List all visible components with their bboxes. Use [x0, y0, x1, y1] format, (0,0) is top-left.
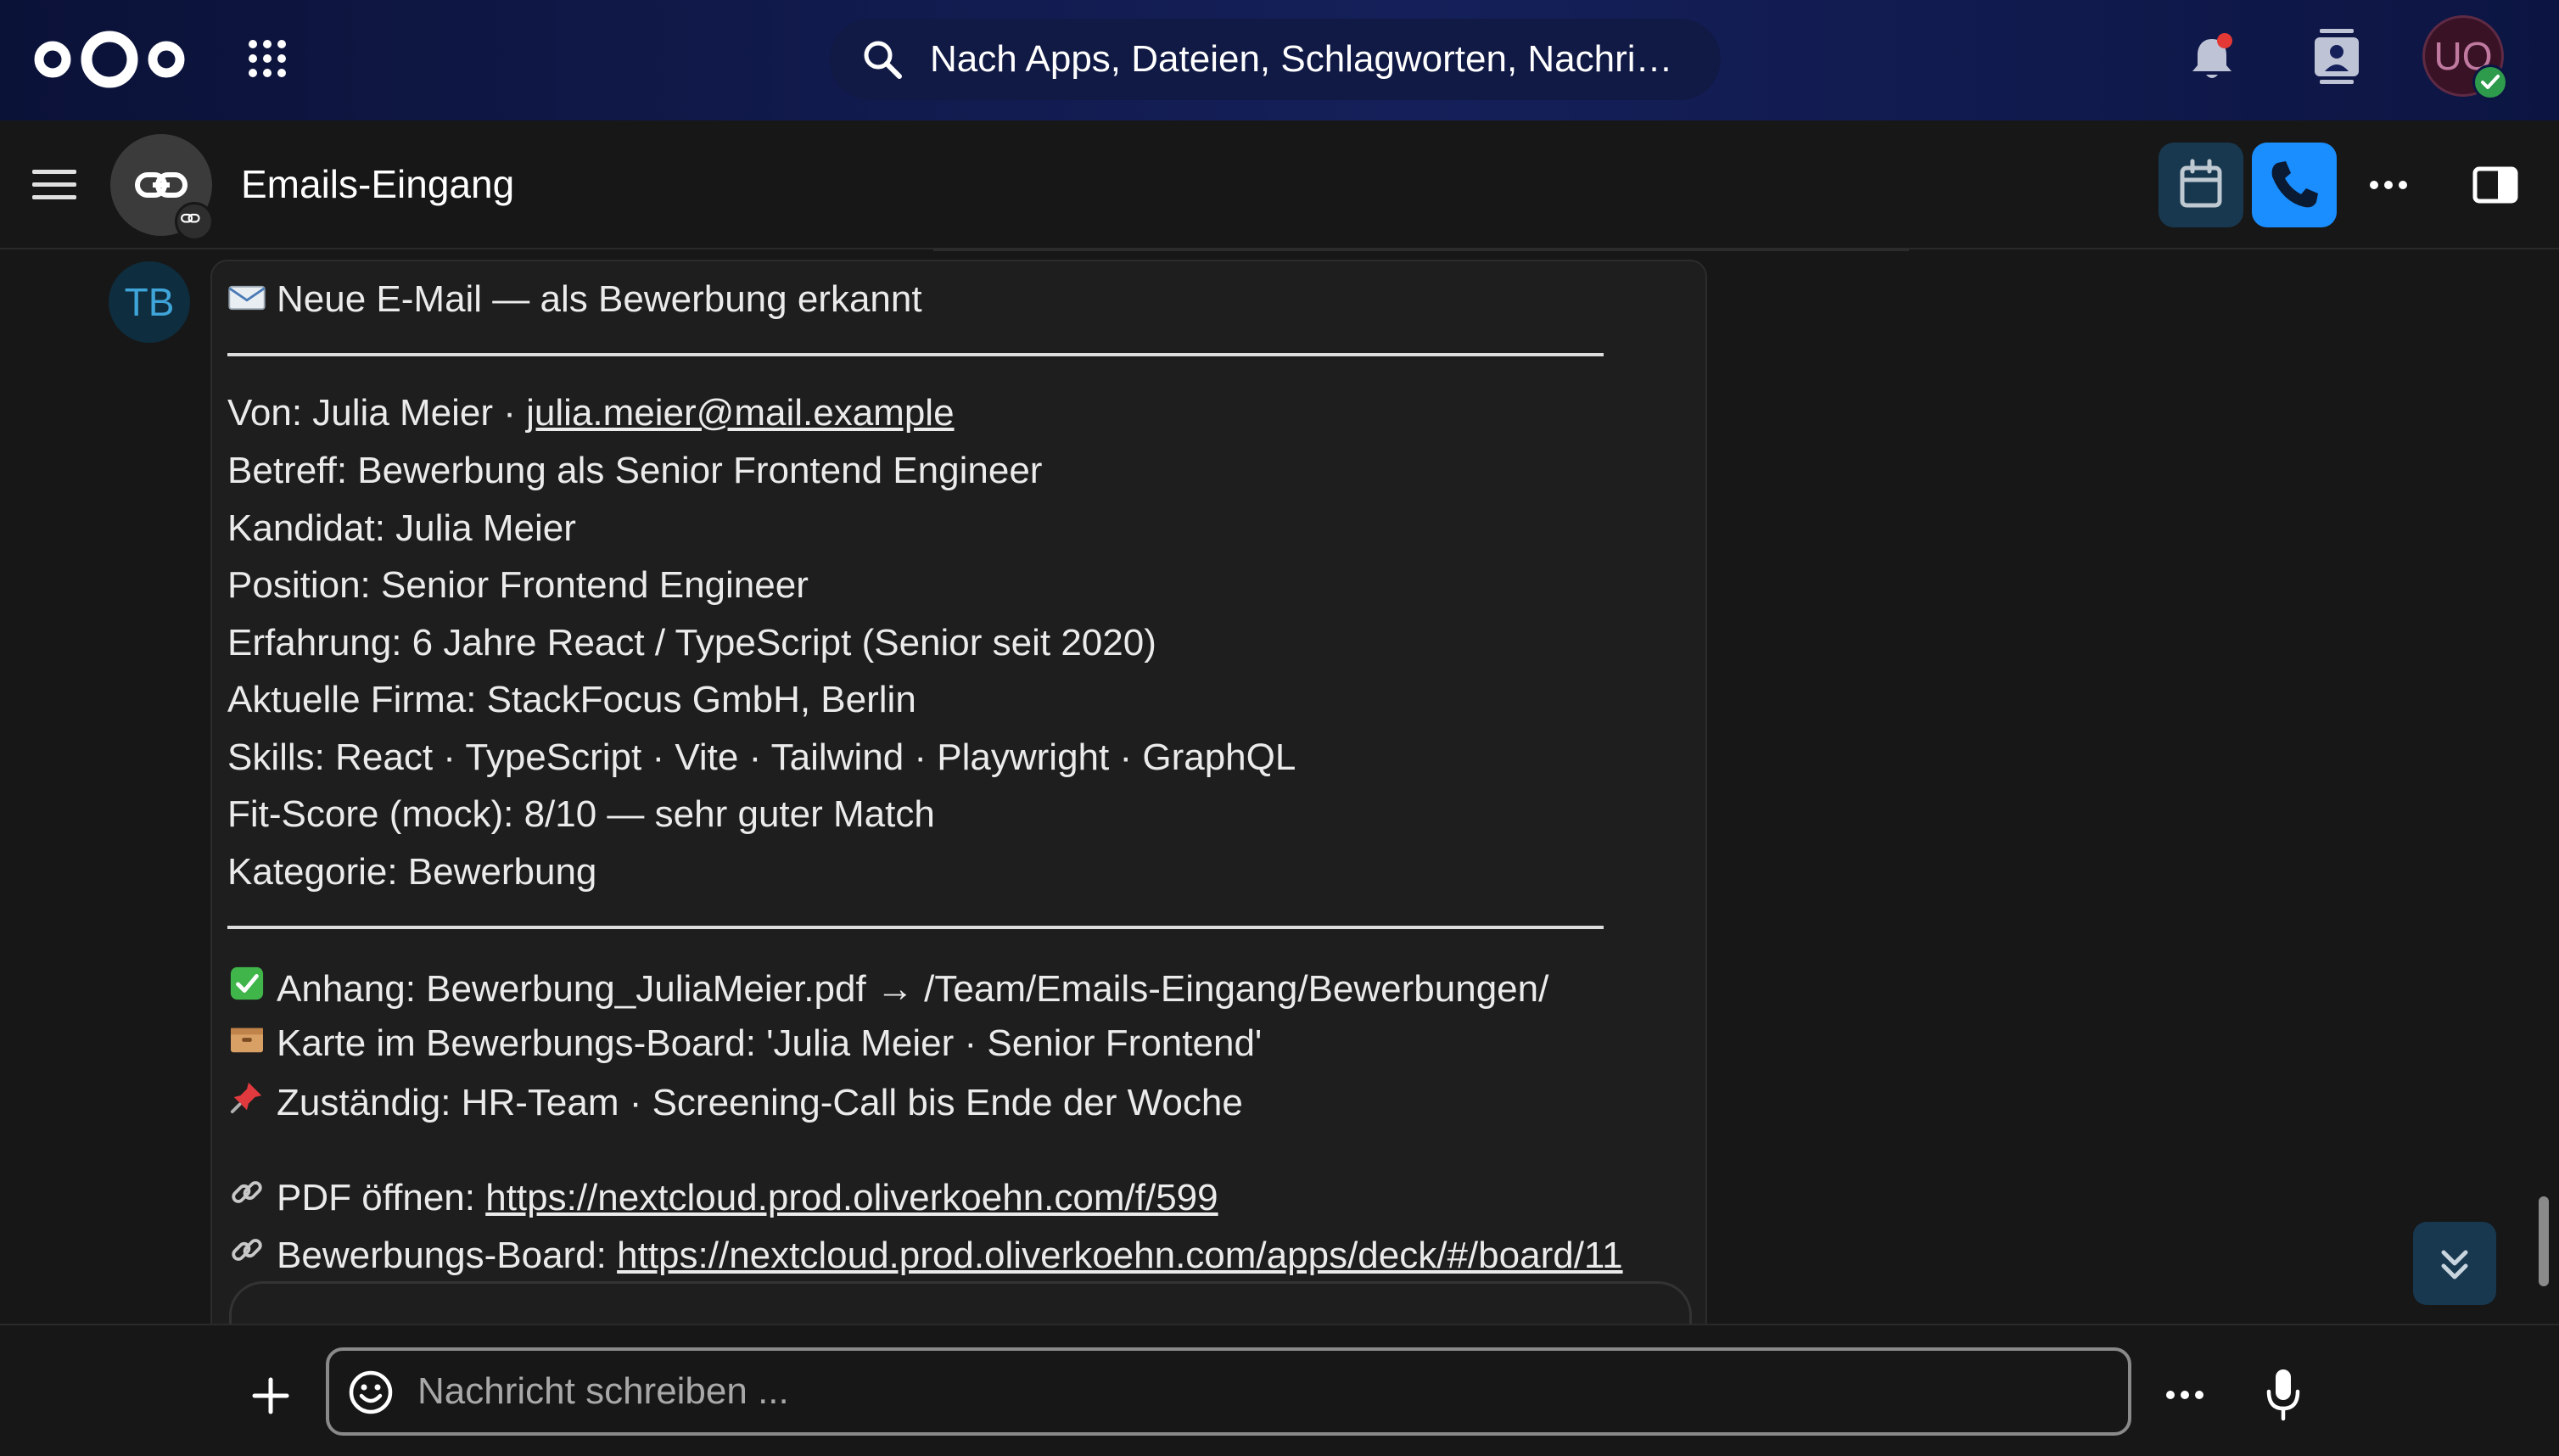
scroll-to-bottom-button[interactable]	[2413, 1222, 2496, 1305]
skills-line: Skills: React · TypeScript · Vite · Tail…	[227, 736, 1296, 778]
divider	[227, 926, 1604, 929]
public-link-badge	[175, 202, 214, 241]
pdf-link-label: PDF öffnen:	[277, 1177, 486, 1218]
author-avatar[interactable]: TB	[109, 261, 190, 343]
microphone-icon[interactable]	[2264, 1368, 2303, 1422]
assignee-line: Zuständig: HR-Team · Screening-Call bis …	[227, 1079, 1243, 1124]
toggle-sidebar-icon[interactable]	[2472, 166, 2518, 204]
experience-line: Erfahrung: 6 Jahre React / TypeScript (S…	[227, 622, 1156, 664]
more-actions-icon[interactable]	[2367, 168, 2410, 202]
emoji-picker-icon[interactable]	[348, 1369, 394, 1415]
check-mark-icon	[227, 966, 266, 1011]
link-small-icon	[181, 213, 200, 223]
board-link-line: Bewerbungs-Board: https://nextcloud.prod…	[227, 1232, 1623, 1277]
unified-search-input[interactable]: Nach Apps, Dateien, Schlagworten, Nachri…	[830, 19, 1721, 100]
from-prefix: Von: Julia Meier ·	[227, 392, 527, 434]
assignee-text: Zuständig: HR-Team · Screening-Call bis …	[277, 1082, 1243, 1123]
online-status-icon	[2472, 64, 2508, 100]
candidate-line: Kandidat: Julia Meier	[227, 507, 576, 549]
card-box-icon	[227, 1022, 266, 1065]
attachment-line: Anhang: Bewerbung_JuliaMeier.pdf → /Team…	[227, 966, 1548, 1011]
category-line: Kategorie: Bewerbung	[227, 851, 597, 893]
board-link-label: Bewerbungs-Board:	[277, 1235, 618, 1276]
fit-score-line: Fit-Score (mock): 8/10 — sehr guter Matc…	[227, 793, 935, 835]
message-heading: Neue E-Mail — als Bewerbung erkannt	[227, 278, 922, 321]
search-placeholder: Nach Apps, Dateien, Schlagworten, Nachri…	[930, 38, 1673, 80]
link-icon	[135, 172, 188, 198]
subject-line: Betreff: Bewerbung als Senior Frontend E…	[227, 450, 1043, 491]
message-input-placeholder: Nachricht schreiben ...	[417, 1370, 789, 1412]
message-composer: Nachricht schreiben ...	[0, 1324, 2559, 1456]
top-header: Nach Apps, Dateien, Schlagworten, Nachri…	[0, 0, 2559, 120]
message-input[interactable]: Nachricht schreiben ...	[326, 1347, 2131, 1436]
chain-link-icon	[227, 1174, 266, 1219]
notifications-bell-icon[interactable]	[2187, 32, 2237, 83]
attachment-text: Anhang: Bewerbung_JuliaMeier.pdf → /Team…	[277, 968, 1549, 1010]
board-link[interactable]: https://nextcloud.prod.oliverkoehn.com/a…	[617, 1235, 1622, 1276]
heading-text: Neue E-Mail — als Bewerbung erkannt	[277, 278, 922, 320]
hamburger-menu-icon[interactable]	[32, 168, 76, 202]
sender-email-link[interactable]: julia.meier@mail.example	[526, 392, 954, 434]
composer-more-icon[interactable]	[2164, 1378, 2206, 1412]
separator	[933, 249, 1909, 251]
calendar-button[interactable]	[2159, 143, 2243, 227]
divider	[227, 353, 1604, 356]
conversation-avatar[interactable]	[110, 134, 214, 241]
pdf-link[interactable]: https://nextcloud.prod.oliverkoehn.com/f…	[485, 1177, 1218, 1218]
author-initials: TB	[124, 280, 175, 324]
card-text: Karte im Bewerbungs-Board: 'Julia Meier …	[277, 1022, 1263, 1064]
pdf-link-line: PDF öffnen: https://nextcloud.prod.olive…	[227, 1174, 1218, 1219]
nextcloud-logo[interactable]	[29, 29, 190, 90]
phone-icon	[2271, 161, 2318, 208]
conversation-title[interactable]: Emails-Eingang	[241, 120, 514, 248]
app-menu-icon[interactable]	[246, 37, 288, 80]
calendar-icon	[2180, 159, 2222, 208]
email-icon	[227, 278, 266, 321]
card-line: Karte im Bewerbungs-Board: 'Julia Meier …	[227, 1022, 1262, 1065]
double-chevron-down-icon	[2441, 1250, 2468, 1280]
scrollbar-thumb[interactable]	[2539, 1196, 2549, 1286]
position-line: Position: Senior Frontend Engineer	[227, 564, 809, 606]
search-icon	[864, 41, 902, 79]
company-line: Aktuelle Firma: StackFocus GmbH, Berlin	[227, 679, 916, 720]
contacts-menu-icon[interactable]	[2313, 27, 2360, 85]
from-line: Von: Julia Meier · julia.meier@mail.exam…	[227, 392, 955, 434]
conversation-header: Emails-Eingang	[0, 120, 2559, 249]
start-call-button[interactable]	[2252, 143, 2337, 227]
chain-link-icon	[227, 1232, 266, 1277]
add-attachment-icon[interactable]	[251, 1376, 290, 1415]
pushpin-icon	[227, 1079, 266, 1124]
